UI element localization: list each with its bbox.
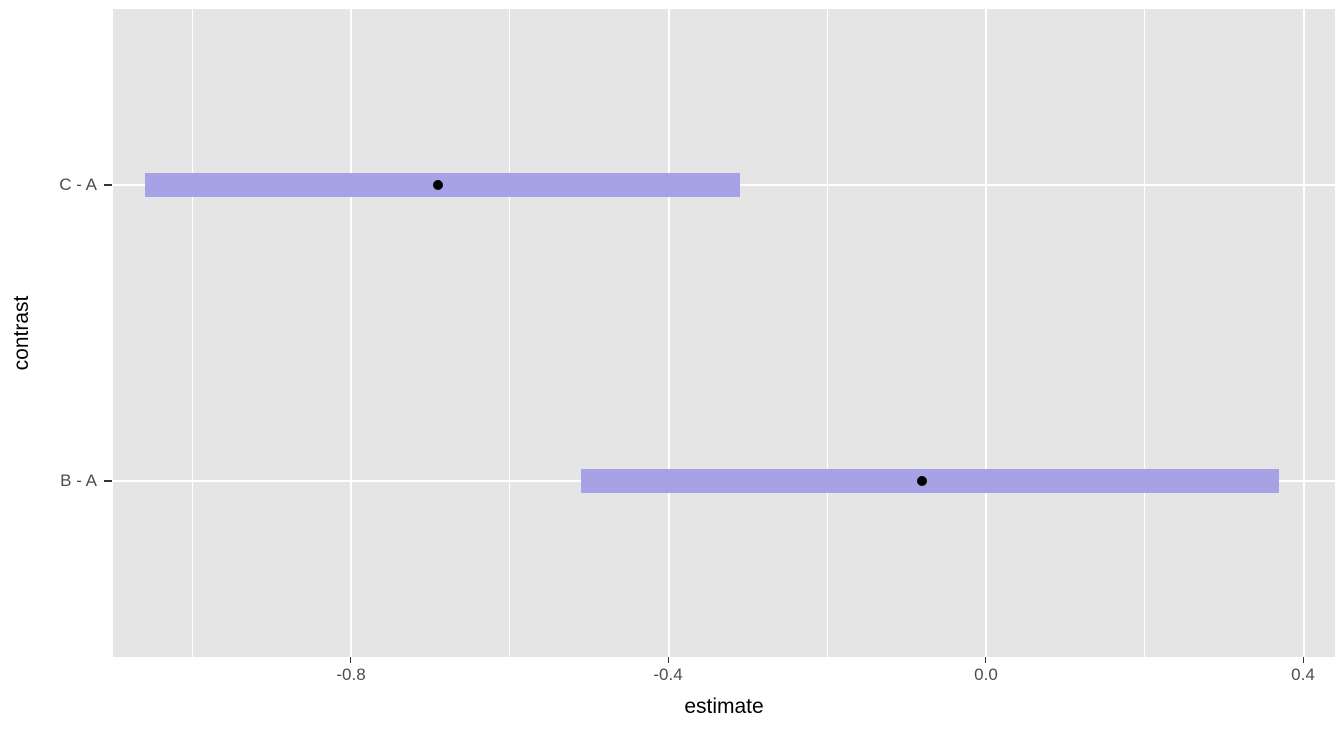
point-estimate-c-a xyxy=(433,180,443,190)
chart-container: -0.8 -0.4 0.0 0.4 B - A C - A estimate c… xyxy=(0,0,1344,739)
gridline-v-minor xyxy=(827,9,828,657)
gridline-v-major xyxy=(350,9,352,657)
gridline-v-major xyxy=(1303,9,1305,657)
gridline-v-minor xyxy=(192,9,193,657)
y-tick-label: C - A xyxy=(59,175,97,195)
x-tick xyxy=(668,657,669,663)
x-tick-label: 0.4 xyxy=(1291,665,1315,685)
x-tick-label: -0.8 xyxy=(336,665,365,685)
x-tick xyxy=(1303,657,1304,663)
gridline-v-major xyxy=(985,9,987,657)
y-tick-dash xyxy=(104,184,112,186)
interval-bar-b-a xyxy=(581,469,1279,493)
plot-panel xyxy=(113,9,1335,657)
point-estimate-b-a xyxy=(917,476,927,486)
gridline-v-minor xyxy=(509,9,510,657)
gridline-v-major xyxy=(668,9,670,657)
x-tick-label: 0.0 xyxy=(974,665,998,685)
x-axis-title: estimate xyxy=(684,695,763,719)
y-axis-title: contrast xyxy=(10,296,34,371)
x-tick-label: -0.4 xyxy=(653,665,682,685)
x-tick xyxy=(350,657,351,663)
gridline-v-minor xyxy=(1144,9,1145,657)
y-tick-label: B - A xyxy=(60,471,97,491)
y-tick-dash xyxy=(104,480,112,482)
x-tick xyxy=(985,657,986,663)
